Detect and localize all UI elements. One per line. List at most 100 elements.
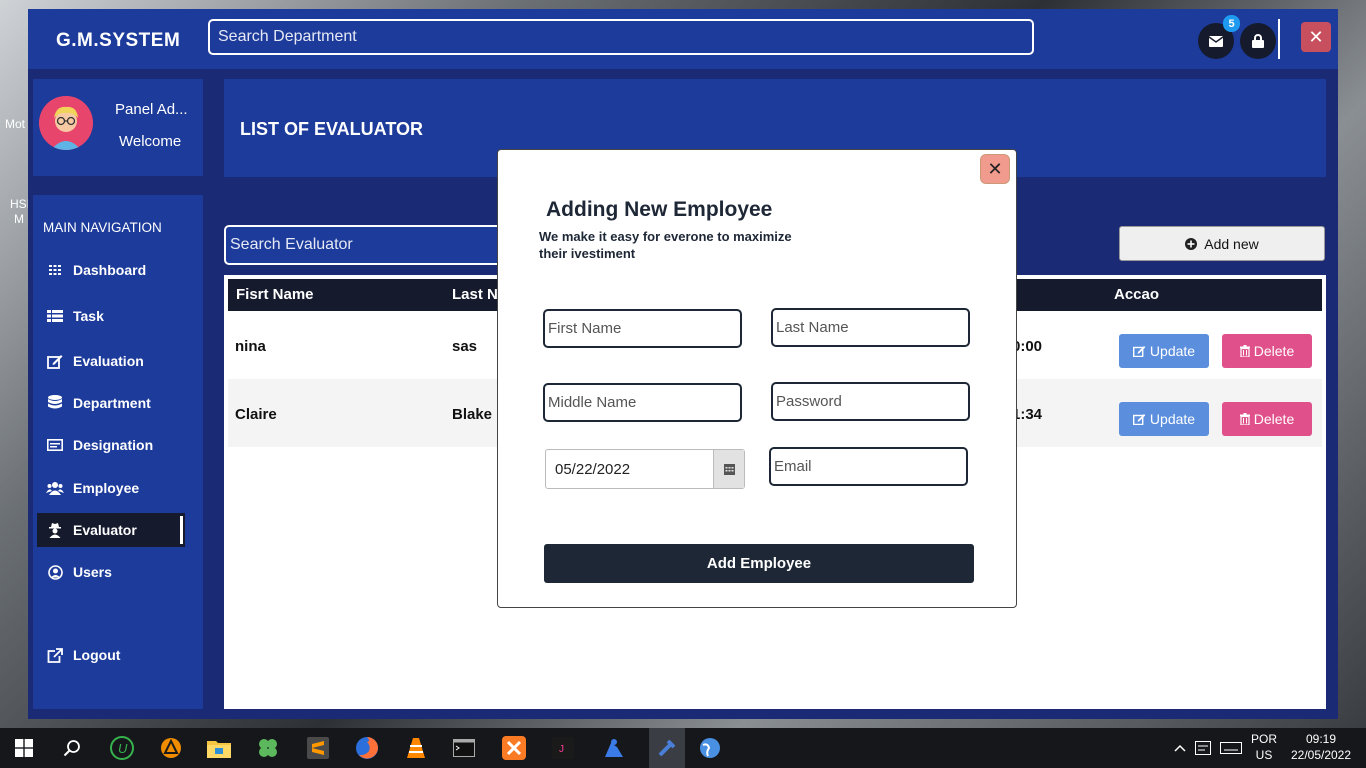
taskbar-app-sublime[interactable] (306, 736, 330, 760)
taskbar-app-upwork[interactable]: U (110, 736, 134, 760)
brand-logo[interactable]: G.M.SYSTEM (56, 30, 180, 52)
taskbar-app-active[interactable] (649, 728, 685, 768)
sidebar-item-label: Evaluator (73, 522, 137, 538)
sidebar-item-task[interactable]: Task (37, 299, 185, 333)
evaluator-search-input[interactable] (224, 225, 524, 265)
trash-icon (1239, 413, 1250, 425)
modal-subtitle: We make it easy for everone to maximize … (539, 229, 792, 261)
middle-name-input[interactable] (543, 383, 742, 422)
sidebar-item-evaluator[interactable]: Evaluator (37, 513, 185, 547)
sidebar-item-employee[interactable]: Employee (37, 471, 185, 505)
taskbar-app-jetbrains[interactable]: J (551, 736, 575, 760)
cell-first-name: Claire (235, 406, 277, 423)
sidebar-item-label: Designation (73, 437, 154, 453)
globe-icon (700, 738, 720, 758)
sidebar-item-designation[interactable]: Designation (37, 428, 185, 462)
taskbar-app-terminal[interactable] (452, 736, 476, 760)
tray-notes-button[interactable] (1191, 736, 1215, 760)
sidebar-item-logout[interactable]: Logout (37, 638, 185, 672)
taskbar-app-browser[interactable] (698, 736, 722, 760)
taskbar: U J POR US 09:19 22/05/2022 (0, 728, 1366, 768)
language-code: POR (1250, 732, 1277, 746)
update-button[interactable]: Update (1119, 402, 1209, 436)
email-input[interactable] (769, 447, 968, 486)
xampp-icon (502, 736, 526, 760)
user-circle-icon (37, 564, 73, 580)
cell-last-name: sas (452, 338, 478, 355)
taskbar-app-docs[interactable] (602, 736, 626, 760)
delete-button[interactable]: Delete (1222, 402, 1312, 436)
taskbar-app-explorer[interactable] (207, 736, 231, 760)
keyboard-layout: US (1255, 748, 1273, 762)
password-input[interactable] (771, 382, 970, 421)
add-new-button[interactable]: Add new (1119, 226, 1325, 261)
taskbar-app-xampp[interactable] (502, 736, 526, 760)
tray-keyboard-button[interactable] (1218, 736, 1244, 760)
sidebar-item-users[interactable]: Users (37, 555, 185, 589)
delete-button[interactable]: Delete (1222, 334, 1312, 368)
column-header[interactable]: Last N (452, 286, 498, 303)
desktop-icon-label[interactable]: Mot (5, 117, 25, 131)
sidebar-item-evaluation[interactable]: Evaluation (37, 344, 185, 378)
taskbar-app-firefox[interactable] (355, 736, 379, 760)
taskbar-search-button[interactable] (60, 736, 84, 760)
sidebar-item-label: Logout (73, 647, 121, 663)
date-picker[interactable]: 05/22/2022 (545, 449, 745, 489)
list-icon (37, 310, 73, 322)
svg-text:J: J (559, 744, 564, 755)
database-icon (37, 395, 73, 411)
card-icon (37, 439, 73, 451)
taskbar-app-vlc[interactable] (404, 736, 428, 760)
desktop-icon-label[interactable]: HSI (10, 197, 30, 211)
sidebar-item-label: Employee (73, 480, 140, 496)
app-icon (605, 739, 623, 757)
last-name-input[interactable] (771, 308, 970, 347)
column-header[interactable]: Accao (1114, 286, 1159, 303)
trash-icon (1239, 345, 1250, 357)
avatar[interactable] (39, 96, 93, 150)
clock[interactable]: 09:19 22/05/2022 (1286, 732, 1356, 762)
svg-text:U: U (118, 741, 128, 756)
notes-icon (1195, 741, 1211, 755)
grid-icon (37, 265, 73, 275)
top-bar: G.M.SYSTEM 5 ✕ (28, 9, 1338, 69)
cell-last-name: Blake (452, 406, 493, 423)
first-name-input[interactable] (543, 309, 742, 348)
modal-close-button[interactable]: ✕ (980, 154, 1010, 184)
sidebar-item-label: Dashboard (73, 262, 147, 278)
update-button[interactable]: Update (1119, 334, 1209, 368)
mail-button[interactable]: 5 (1198, 15, 1240, 59)
sublime-text-icon (307, 737, 329, 759)
terminal-icon (453, 739, 475, 757)
cell-first-name: nina (235, 338, 266, 355)
plug-icon (658, 739, 676, 757)
update-label: Update (1149, 411, 1196, 427)
windows-icon (15, 739, 33, 757)
users-icon (37, 481, 73, 495)
lock-button[interactable] (1240, 23, 1276, 59)
sidebar: MAIN NAVIGATION Dashboard Task Evaluatio… (33, 195, 203, 709)
tray-chevron-button[interactable] (1168, 736, 1192, 760)
calendar-button[interactable] (713, 450, 744, 488)
taskbar-app-clover[interactable] (256, 736, 280, 760)
close-icon: ✕ (987, 158, 1003, 179)
sidebar-item-dashboard[interactable]: Dashboard (37, 253, 185, 287)
add-employee-button[interactable]: Add Employee (544, 544, 974, 583)
date-value[interactable]: 05/22/2022 (546, 450, 713, 488)
lock-icon (1252, 34, 1264, 48)
windows-start-button[interactable] (12, 736, 36, 760)
sidebar-item-label: Evaluation (73, 353, 144, 369)
sidebar-item-department[interactable]: Department (37, 386, 185, 420)
edit-icon (37, 354, 73, 369)
column-header[interactable]: Fisrt Name (236, 286, 314, 303)
close-app-button[interactable]: ✕ (1301, 22, 1331, 52)
language-indicator[interactable]: POR US (1250, 732, 1278, 762)
calendar-icon (723, 463, 735, 475)
update-label: Update (1149, 343, 1196, 359)
profile-panel: Panel Ad... Welcome (33, 79, 203, 176)
sidebar-item-label: Task (73, 308, 104, 324)
taskbar-app-avast[interactable] (159, 736, 183, 760)
department-search-input[interactable] (208, 19, 1034, 55)
desktop-icon-label[interactable]: M (14, 212, 24, 226)
nav-title: MAIN NAVIGATION (43, 220, 162, 235)
